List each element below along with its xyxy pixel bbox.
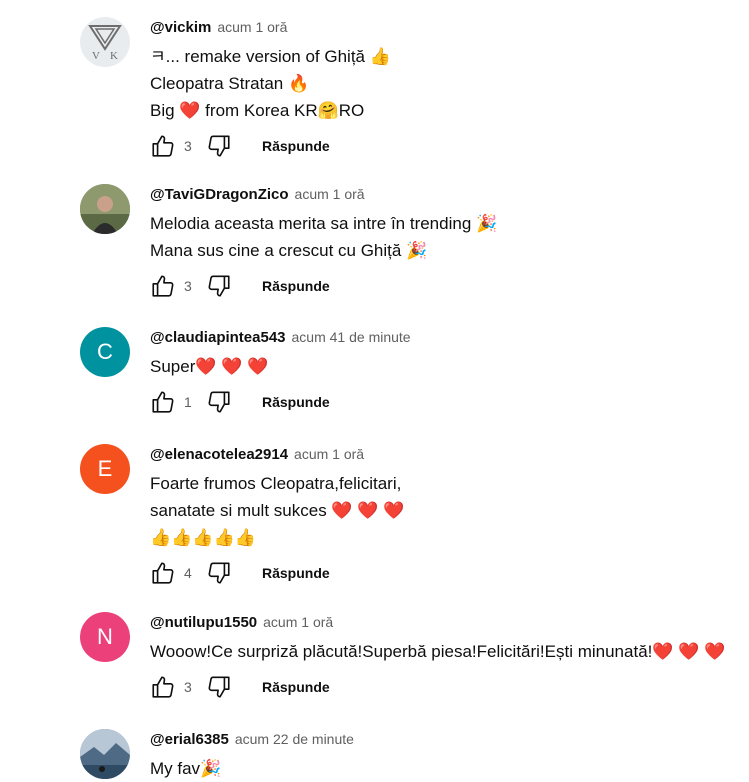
comment-header: @TaviGDragonZico acum 1 oră	[150, 184, 749, 204]
svg-text:V: V	[92, 50, 100, 62]
comment-header: @vickim acum 1 oră	[150, 17, 749, 37]
thumb-down-icon	[208, 275, 230, 297]
comment-actions: 3 Răspunde	[150, 673, 749, 701]
avatar-photo-icon	[80, 729, 130, 779]
comment-line: Wooow!Ce surpriză plăcută!Superbă piesa!…	[150, 642, 726, 661]
avatar-photo-icon	[80, 184, 130, 234]
thumb-down-icon	[208, 135, 230, 157]
comment-line: sanatate si mult sukces ❤️ ❤️ ❤️	[150, 501, 405, 520]
comment-author[interactable]: @claudiapintea543	[150, 329, 286, 346]
dislike-button[interactable]	[206, 389, 232, 415]
avatar[interactable]: N	[80, 612, 130, 662]
comment-time[interactable]: acum 41 de minute	[292, 329, 411, 345]
like-count: 3	[184, 138, 192, 154]
comment-text: ㅋ... remake version of Ghiță 👍 Cleopatra…	[150, 43, 749, 124]
dislike-button[interactable]	[206, 674, 232, 700]
comment-time[interactable]: acum 1 oră	[263, 614, 333, 630]
thumb-down-icon	[208, 676, 230, 698]
comment-header: @erial6385 acum 22 de minute	[150, 729, 749, 749]
like-count: 3	[184, 679, 192, 695]
avatar[interactable]: E	[80, 444, 130, 494]
avatar-letter: E	[97, 456, 113, 481]
comment-line: Mana sus cine a crescut cu Ghiță 🎉	[150, 241, 428, 260]
comment-time[interactable]: acum 22 de minute	[235, 731, 354, 747]
like-button[interactable]	[150, 133, 176, 159]
comment-actions: 3 Răspunde	[150, 132, 749, 160]
comment-author[interactable]: @TaviGDragonZico	[150, 186, 289, 203]
comment-line: Super❤️ ❤️ ❤️	[150, 357, 269, 376]
comment-actions: 4 Răspunde	[150, 559, 749, 587]
avatar[interactable]	[80, 729, 130, 779]
comment-time[interactable]: acum 1 oră	[295, 186, 365, 202]
comment-author[interactable]: @vickim	[150, 19, 211, 36]
like-count: 4	[184, 565, 192, 581]
thumb-down-icon	[208, 562, 230, 584]
reply-button[interactable]: Răspunde	[262, 565, 330, 581]
comment-author[interactable]: @erial6385	[150, 731, 229, 748]
dislike-button[interactable]	[206, 133, 232, 159]
avatar[interactable]	[80, 184, 130, 234]
vk-logo-icon: V K	[88, 25, 122, 62]
comment-line: Foarte frumos Cleopatra,felicitari,	[150, 474, 402, 493]
comment-text: Wooow!Ce surpriză plăcută!Superbă piesa!…	[150, 638, 749, 665]
reply-button[interactable]: Răspunde	[262, 394, 330, 410]
comment-author[interactable]: @nutilupu1550	[150, 614, 257, 631]
avatar-letter: N	[97, 624, 113, 649]
thumb-up-icon	[152, 275, 174, 297]
comment-text: My fav🎉	[150, 755, 749, 782]
like-count: 1	[184, 394, 192, 410]
like-button[interactable]	[150, 389, 176, 415]
thumb-up-icon	[152, 562, 174, 584]
reply-button[interactable]: Răspunde	[262, 679, 330, 695]
like-count: 3	[184, 278, 192, 294]
comment-header: @claudiapintea543 acum 41 de minute	[150, 327, 749, 347]
comment-line: Melodia aceasta merita sa intre în trend…	[150, 214, 498, 233]
comment-header: @nutilupu1550 acum 1 oră	[150, 612, 749, 632]
avatar-letter: C	[97, 339, 113, 364]
thumb-up-icon	[152, 391, 174, 413]
reply-button[interactable]: Răspunde	[262, 278, 330, 294]
avatar[interactable]: V K	[80, 17, 130, 67]
comment-line: Cleopatra Stratan 🔥	[150, 74, 310, 93]
dislike-button[interactable]	[206, 273, 232, 299]
comment-time[interactable]: acum 1 oră	[217, 19, 287, 35]
comment-actions: 3 Răspunde	[150, 272, 749, 300]
dislike-button[interactable]	[206, 560, 232, 586]
svg-text:K: K	[110, 50, 118, 62]
thumb-down-icon	[208, 391, 230, 413]
like-button[interactable]	[150, 674, 176, 700]
reply-button[interactable]: Răspunde	[262, 138, 330, 154]
thumb-up-icon	[152, 135, 174, 157]
comment-text: Foarte frumos Cleopatra,felicitari, sana…	[150, 470, 749, 551]
thumb-up-icon	[152, 676, 174, 698]
like-button[interactable]	[150, 273, 176, 299]
comment-line: ㅋ... remake version of Ghiță 👍	[150, 47, 391, 66]
comment-time[interactable]: acum 1 oră	[294, 446, 364, 462]
comment-header: @elenacotelea2914 acum 1 oră	[150, 444, 749, 464]
comment-line: My fav🎉	[150, 759, 222, 778]
comment-author[interactable]: @elenacotelea2914	[150, 446, 288, 463]
comment-actions: 1 Răspunde	[150, 388, 749, 416]
comment-line: Big ❤️ from Korea KR🤗RO	[150, 101, 365, 120]
comment-text: Melodia aceasta merita sa intre în trend…	[150, 210, 749, 264]
comment-text: Super❤️ ❤️ ❤️	[150, 353, 749, 380]
like-button[interactable]	[150, 560, 176, 586]
comment-line: 👍👍👍👍👍	[150, 528, 256, 547]
avatar[interactable]: C	[80, 327, 130, 377]
